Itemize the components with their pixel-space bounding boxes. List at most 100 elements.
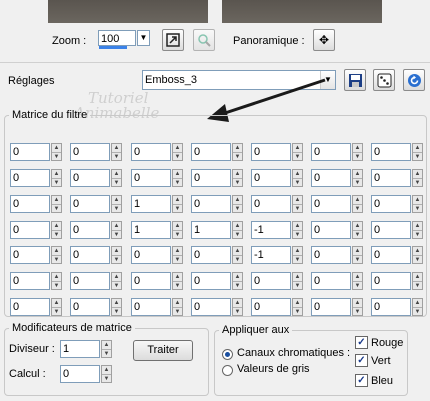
spin-down-icon[interactable]: ▼ bbox=[353, 281, 362, 290]
matrix-cell[interactable]: 0 ▲ ▼ bbox=[191, 169, 245, 187]
matrix-cell-value[interactable]: 0 bbox=[70, 143, 110, 161]
spin-up-icon[interactable]: ▲ bbox=[293, 222, 302, 230]
spin-up-icon[interactable]: ▲ bbox=[413, 196, 422, 204]
gray-values-radio[interactable] bbox=[222, 365, 233, 376]
zoom-input[interactable]: 100 bbox=[98, 30, 136, 46]
spin-up-icon[interactable]: ▲ bbox=[112, 273, 121, 281]
spin-up-icon[interactable]: ▲ bbox=[353, 170, 362, 178]
spin-down-icon[interactable]: ▼ bbox=[353, 230, 362, 239]
spin-up-icon[interactable]: ▲ bbox=[112, 196, 121, 204]
matrix-cell[interactable]: -1 ▲ ▼ bbox=[251, 221, 305, 239]
matrix-cell[interactable]: 1 ▲ ▼ bbox=[131, 221, 185, 239]
spin-down-icon[interactable]: ▼ bbox=[52, 204, 61, 213]
spin-up-icon[interactable]: ▲ bbox=[173, 144, 182, 152]
matrix-cell-value[interactable]: 0 bbox=[311, 169, 351, 187]
matrix-cell[interactable]: 0 ▲ ▼ bbox=[311, 221, 365, 239]
spin-up-icon[interactable]: ▲ bbox=[293, 273, 302, 281]
spin-down-icon[interactable]: ▼ bbox=[112, 307, 121, 316]
matrix-cell-spinner[interactable]: ▲ ▼ bbox=[51, 272, 62, 290]
matrix-cell-value[interactable]: 0 bbox=[10, 246, 50, 264]
matrix-cell[interactable]: 0 ▲ ▼ bbox=[70, 221, 124, 239]
matrix-cell-spinner[interactable]: ▲ ▼ bbox=[352, 272, 363, 290]
matrix-cell-value[interactable]: 0 bbox=[10, 298, 50, 316]
spin-up-icon[interactable]: ▲ bbox=[413, 222, 422, 230]
matrix-cell[interactable]: 1 ▲ ▼ bbox=[191, 221, 245, 239]
matrix-cell[interactable]: 0 ▲ ▼ bbox=[10, 298, 64, 316]
save-preset-button[interactable] bbox=[344, 69, 366, 91]
spin-down-icon[interactable]: ▼ bbox=[173, 307, 182, 316]
bias-value[interactable]: 0 bbox=[60, 365, 100, 383]
matrix-cell[interactable]: 0 ▲ ▼ bbox=[10, 143, 64, 161]
spin-down-icon[interactable]: ▼ bbox=[233, 307, 242, 316]
spin-down-icon[interactable]: ▼ bbox=[52, 178, 61, 187]
matrix-cell[interactable]: 0 ▲ ▼ bbox=[191, 195, 245, 213]
spin-up-icon[interactable]: ▲ bbox=[353, 247, 362, 255]
matrix-cell[interactable]: 0 ▲ ▼ bbox=[10, 272, 64, 290]
spin-down-icon[interactable]: ▼ bbox=[413, 230, 422, 239]
spin-up-icon[interactable]: ▲ bbox=[52, 247, 61, 255]
spin-down-icon[interactable]: ▼ bbox=[52, 255, 61, 264]
spin-down-icon[interactable]: ▼ bbox=[293, 230, 302, 239]
matrix-cell-spinner[interactable]: ▲ ▼ bbox=[352, 298, 363, 316]
matrix-cell[interactable]: 0 ▲ ▼ bbox=[191, 298, 245, 316]
spin-up-icon[interactable]: ▲ bbox=[413, 144, 422, 152]
spin-up-icon[interactable]: ▲ bbox=[353, 222, 362, 230]
channels-radio[interactable] bbox=[222, 349, 233, 360]
matrix-cell-value[interactable]: 0 bbox=[10, 272, 50, 290]
spin-up-icon[interactable]: ▲ bbox=[233, 299, 242, 307]
spin-up-icon[interactable]: ▲ bbox=[173, 299, 182, 307]
matrix-cell[interactable]: 0 ▲ ▼ bbox=[70, 169, 124, 187]
matrix-cell[interactable]: 0 ▲ ▼ bbox=[251, 169, 305, 187]
spin-up-icon[interactable]: ▲ bbox=[233, 273, 242, 281]
matrix-cell[interactable]: 0 ▲ ▼ bbox=[191, 272, 245, 290]
spin-up-icon[interactable]: ▲ bbox=[173, 222, 182, 230]
matrix-cell-spinner[interactable]: ▲ ▼ bbox=[172, 169, 183, 187]
spin-down-icon[interactable]: ▼ bbox=[112, 152, 121, 161]
matrix-cell-value[interactable]: -1 bbox=[251, 246, 291, 264]
matrix-cell-spinner[interactable]: ▲ ▼ bbox=[172, 195, 183, 213]
spin-up-icon[interactable]: ▲ bbox=[102, 366, 111, 374]
spin-up-icon[interactable]: ▲ bbox=[173, 273, 182, 281]
matrix-cell-spinner[interactable]: ▲ ▼ bbox=[412, 298, 423, 316]
zoom-dropdown-button[interactable]: ▼ bbox=[137, 30, 150, 46]
matrix-cell[interactable]: 0 ▲ ▼ bbox=[70, 143, 124, 161]
matrix-cell-spinner[interactable]: ▲ ▼ bbox=[232, 221, 243, 239]
spin-down-icon[interactable]: ▼ bbox=[353, 307, 362, 316]
matrix-cell-value[interactable]: 0 bbox=[10, 221, 50, 239]
matrix-cell-spinner[interactable]: ▲ ▼ bbox=[352, 246, 363, 264]
spin-down-icon[interactable]: ▼ bbox=[413, 255, 422, 264]
bias-spinner[interactable]: ▲ ▼ bbox=[101, 365, 112, 383]
matrix-cell[interactable]: 0 ▲ ▼ bbox=[191, 143, 245, 161]
spin-down-icon[interactable]: ▼ bbox=[233, 230, 242, 239]
spin-up-icon[interactable]: ▲ bbox=[293, 196, 302, 204]
matrix-cell-spinner[interactable]: ▲ ▼ bbox=[51, 169, 62, 187]
matrix-cell-spinner[interactable]: ▲ ▼ bbox=[111, 246, 122, 264]
matrix-cell-spinner[interactable]: ▲ ▼ bbox=[51, 143, 62, 161]
matrix-cell[interactable]: 0 ▲ ▼ bbox=[10, 246, 64, 264]
spin-up-icon[interactable]: ▲ bbox=[52, 273, 61, 281]
matrix-cell-spinner[interactable]: ▲ ▼ bbox=[352, 169, 363, 187]
spin-down-icon[interactable]: ▼ bbox=[293, 204, 302, 213]
spin-down-icon[interactable]: ▼ bbox=[353, 178, 362, 187]
matrix-cell-value[interactable]: 0 bbox=[371, 195, 411, 213]
spin-down-icon[interactable]: ▼ bbox=[112, 204, 121, 213]
matrix-cell-value[interactable]: 0 bbox=[251, 272, 291, 290]
matrix-cell[interactable]: 0 ▲ ▼ bbox=[311, 246, 365, 264]
matrix-cell-spinner[interactable]: ▲ ▼ bbox=[412, 143, 423, 161]
matrix-cell-value[interactable]: 0 bbox=[251, 298, 291, 316]
matrix-cell-spinner[interactable]: ▲ ▼ bbox=[51, 298, 62, 316]
matrix-cell-value[interactable]: 0 bbox=[70, 272, 110, 290]
matrix-cell-spinner[interactable]: ▲ ▼ bbox=[292, 169, 303, 187]
red-checkbox[interactable]: ✓ bbox=[355, 336, 368, 349]
spin-down-icon[interactable]: ▼ bbox=[233, 255, 242, 264]
matrix-cell[interactable]: 0 ▲ ▼ bbox=[10, 195, 64, 213]
matrix-cell[interactable]: 0 ▲ ▼ bbox=[10, 221, 64, 239]
spin-up-icon[interactable]: ▲ bbox=[52, 299, 61, 307]
matrix-cell-value[interactable]: 0 bbox=[311, 272, 351, 290]
matrix-cell-spinner[interactable]: ▲ ▼ bbox=[111, 195, 122, 213]
matrix-cell[interactable]: 0 ▲ ▼ bbox=[70, 246, 124, 264]
matrix-cell-spinner[interactable]: ▲ ▼ bbox=[352, 143, 363, 161]
spin-down-icon[interactable]: ▼ bbox=[413, 307, 422, 316]
matrix-cell[interactable]: 0 ▲ ▼ bbox=[371, 221, 425, 239]
matrix-cell[interactable]: 0 ▲ ▼ bbox=[70, 272, 124, 290]
